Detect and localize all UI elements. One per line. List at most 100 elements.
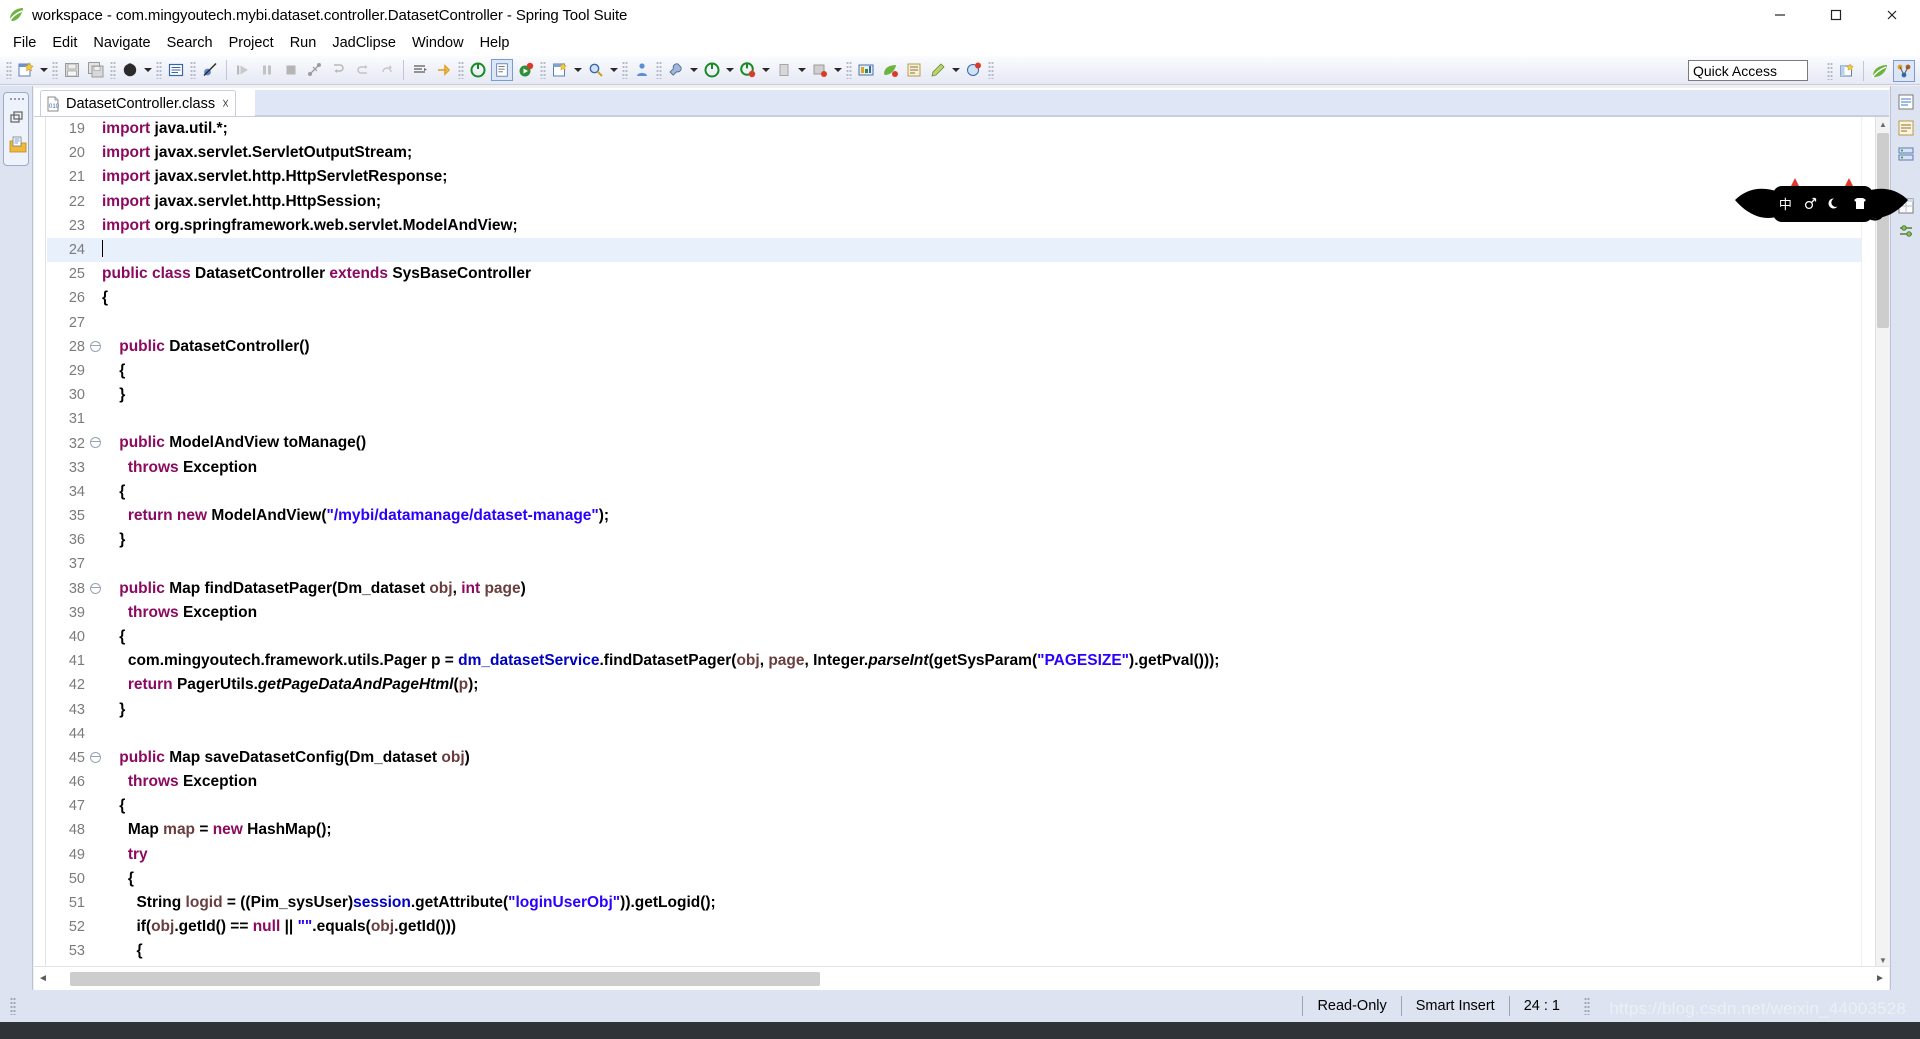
resume-icon[interactable] (232, 59, 254, 81)
toolbar-grip-9[interactable] (656, 61, 662, 79)
toolbar-grip-4[interactable] (156, 61, 162, 79)
menu-project[interactable]: Project (221, 33, 282, 53)
code-line[interactable]: 28 public DatasetController() (47, 335, 1881, 359)
status-grip-left[interactable] (10, 997, 16, 1015)
editor-horizontal-scrollbar[interactable]: ◄ ► (34, 966, 1889, 990)
fast-view-grip[interactable] (9, 97, 25, 101)
code-line[interactable]: 36 } (47, 528, 1881, 552)
open-perspective-icon[interactable] (1836, 60, 1858, 82)
skip-all-breakpoints-icon[interactable] (199, 59, 221, 81)
code-line[interactable]: 38 public Map findDatasetPager(Dm_datase… (47, 577, 1881, 601)
moon-icon[interactable] (1828, 197, 1841, 212)
code-line[interactable]: 48 Map map = new HashMap(); (47, 818, 1881, 842)
restore-icon[interactable] (8, 109, 26, 127)
spring-perspective-icon[interactable] (1869, 60, 1891, 82)
vertical-scroll-thumb[interactable] (1877, 133, 1889, 328)
code-editor-pane[interactable]: 19 import java.util.*; 20 import javax.serv… (34, 116, 1889, 966)
edit-pencil-icon[interactable] (927, 59, 949, 81)
open-task-icon[interactable] (631, 59, 653, 81)
toolbar-grip-10[interactable] (846, 61, 852, 79)
stop-build-icon[interactable] (773, 59, 795, 81)
code-line[interactable]: 19 import java.util.*; (47, 117, 1881, 141)
debug-icon[interactable] (119, 59, 141, 81)
external-tools-icon[interactable] (665, 59, 687, 81)
toolbar-grip-2[interactable] (52, 61, 58, 79)
menu-file[interactable]: File (5, 33, 44, 53)
close-button[interactable] (1864, 0, 1920, 30)
code-line[interactable]: 39 throws Exception (47, 601, 1881, 625)
next-annotation-icon[interactable] (433, 59, 455, 81)
new-wizard-icon[interactable] (15, 59, 37, 81)
perspective-grip[interactable] (1827, 61, 1833, 80)
code-line[interactable]: 27 (47, 311, 1881, 335)
suspend-icon[interactable] (256, 59, 278, 81)
run-green-icon[interactable] (467, 59, 489, 81)
horizontal-scroll-track[interactable] (52, 971, 1871, 986)
code-line[interactable]: 37 (47, 552, 1881, 576)
code-line[interactable]: 47 { (47, 794, 1881, 818)
fold-collapse-icon[interactable] (89, 746, 102, 770)
toolbar-grip-11[interactable] (988, 61, 994, 79)
search-icon[interactable] (585, 59, 607, 81)
menu-run[interactable]: Run (282, 33, 325, 53)
code-line[interactable]: 43 } (47, 698, 1881, 722)
step-return-icon[interactable] (376, 59, 398, 81)
chinese-mode-icon[interactable]: 中 (1779, 198, 1792, 211)
code-line[interactable]: 23 import org.springframework.web.servlet… (47, 214, 1881, 238)
spring-boot-dashboard-icon[interactable] (855, 59, 877, 81)
terminate-icon[interactable] (280, 59, 302, 81)
debug-dropdown-arrow[interactable] (142, 59, 153, 81)
quick-access-input[interactable]: Quick Access (1688, 60, 1808, 81)
editor-vertical-scrollbar[interactable]: ▲ ▼ (1875, 117, 1889, 966)
scroll-right-icon[interactable]: ► (1871, 968, 1889, 990)
fullwidth-icon[interactable] (1804, 197, 1817, 212)
code-line[interactable]: 33 throws Exception (47, 456, 1881, 480)
code-line[interactable]: 50 { (47, 867, 1881, 891)
code-line[interactable]: 51 String logid = ((Pim_sysUser)session.… (47, 891, 1881, 915)
scroll-down-icon[interactable]: ▼ (1876, 953, 1889, 966)
disconnect-icon[interactable] (304, 59, 326, 81)
overview-ruler[interactable] (1861, 117, 1875, 966)
stop-build-arrow[interactable] (796, 59, 807, 81)
code-line[interactable]: 41 com.mingyoutech.framework.utils.Pager… (47, 649, 1881, 673)
open-type-dropdown-arrow[interactable] (572, 59, 583, 81)
toolbar-grip-8[interactable] (622, 61, 628, 79)
code-line[interactable]: 26 { (47, 286, 1881, 310)
servers-icon[interactable] (1896, 144, 1916, 164)
status-insert-mode[interactable]: Smart Insert (1402, 998, 1509, 1014)
sogou-ime-floating-bar[interactable]: 中 (1733, 178, 1910, 230)
run-as-icon[interactable] (515, 59, 537, 81)
save-all-icon[interactable] (85, 59, 107, 81)
profile-icon[interactable] (809, 59, 831, 81)
spring-config-icon[interactable] (903, 59, 925, 81)
new-wizard-dropdown-arrow[interactable] (38, 59, 49, 81)
source-code-text[interactable]: 19 import java.util.*; 20 import javax.serv… (47, 117, 1881, 966)
annotation-icon[interactable] (963, 59, 985, 81)
status-grip-right[interactable] (1584, 997, 1590, 1015)
annotation-gutter[interactable] (34, 117, 46, 966)
profile-arrow[interactable] (832, 59, 843, 81)
fold-collapse-icon[interactable] (89, 335, 102, 359)
menu-search[interactable]: Search (159, 33, 221, 53)
step-into-icon[interactable] (328, 59, 350, 81)
close-icon[interactable]: ☓ (222, 96, 229, 112)
menu-edit[interactable]: Edit (44, 33, 85, 53)
debug-configurations-icon[interactable] (737, 59, 759, 81)
code-line[interactable]: 31 (47, 407, 1881, 431)
code-line[interactable]: 30 } (47, 383, 1881, 407)
search-dropdown-arrow[interactable] (608, 59, 619, 81)
toolbar-grip-7[interactable] (540, 61, 546, 79)
toolbar-grip-5[interactable] (190, 61, 196, 79)
package-explorer-icon[interactable] (8, 135, 27, 153)
code-line[interactable]: 53 { (47, 939, 1881, 963)
fold-collapse-icon[interactable] (89, 431, 102, 455)
editor-tab-datasetcontroller[interactable]: 010 DatasetController.class ☓ (40, 90, 237, 116)
run-configurations-icon[interactable] (701, 59, 723, 81)
open-console-icon[interactable] (165, 59, 187, 81)
minimize-button[interactable] (1752, 0, 1808, 30)
scroll-left-icon[interactable]: ◄ (34, 968, 52, 990)
new-spring-project-icon[interactable] (879, 59, 901, 81)
code-line[interactable]: 40 { (47, 625, 1881, 649)
maximize-button[interactable] (1808, 0, 1864, 30)
code-line[interactable]: 46 throws Exception (47, 770, 1881, 794)
